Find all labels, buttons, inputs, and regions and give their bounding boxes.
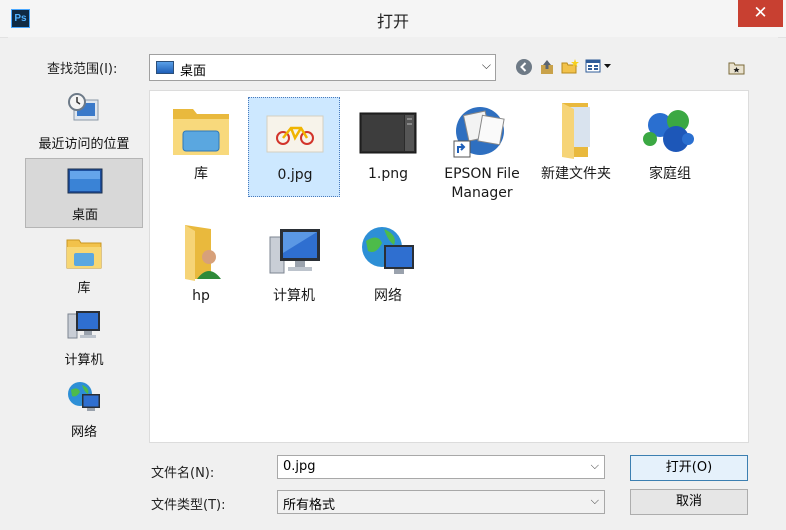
chevron-down-icon: ⌵ — [481, 58, 491, 72]
computer-icon — [269, 229, 320, 274]
filetype-value: 所有格式 — [283, 498, 336, 513]
file-list: 库 0.jpg 1.png EPSON File Manager 新建文件夹 家… — [149, 90, 749, 443]
filename-input[interactable]: 0.jpg ⌵ — [277, 455, 605, 479]
list-item[interactable]: 新建文件夹 — [530, 97, 622, 197]
folder-icon — [562, 103, 590, 159]
up-folder-icon[interactable] — [538, 58, 556, 76]
lookin-value: 桌面 — [180, 64, 207, 79]
filename-label: 文件名(N): — [151, 466, 215, 481]
window-title: 打开 — [376, 12, 409, 31]
list-item[interactable]: 库 — [155, 97, 247, 197]
epson-shortcut-icon — [453, 107, 505, 158]
list-item[interactable]: hp — [155, 219, 247, 319]
image-thumbnail-icon — [266, 115, 324, 153]
place-network[interactable]: 网络 — [25, 374, 143, 444]
homegroup-icon — [643, 110, 694, 152]
lookin-label: 查找范围(I): — [47, 62, 118, 77]
computer-icon — [67, 311, 100, 339]
filetype-select[interactable]: 所有格式 ⌵ — [277, 490, 605, 514]
place-computer[interactable]: 计算机 — [25, 302, 143, 372]
back-icon[interactable] — [515, 58, 533, 76]
file-label: 家庭组 — [649, 166, 691, 182]
place-label: 计算机 — [64, 353, 104, 368]
desktop-icon — [67, 168, 103, 194]
list-item[interactable]: 0.jpg — [248, 97, 340, 197]
list-item[interactable]: 网络 — [342, 219, 434, 319]
title-bar: Ps 打开 ✕ — [0, 0, 786, 38]
list-item[interactable]: 家庭组 — [624, 97, 716, 197]
place-label: 库 — [77, 281, 91, 296]
list-item[interactable]: EPSON File Manager — [436, 97, 528, 201]
chevron-down-icon: ⌵ — [590, 494, 599, 507]
list-item[interactable]: 计算机 — [248, 219, 340, 319]
file-label: 网络 — [374, 288, 402, 304]
places-sidebar: 最近访问的位置 桌面 库 计算机 网络 — [25, 86, 143, 443]
filetype-label: 文件类型(T): — [151, 498, 226, 513]
cancel-button[interactable]: 取消 — [630, 489, 748, 515]
desktop-small-icon — [156, 61, 174, 74]
chevron-down-icon[interactable]: ⌵ — [591, 459, 599, 473]
place-library[interactable]: 库 — [25, 230, 143, 300]
recent-places-icon — [68, 93, 99, 121]
new-folder-icon[interactable] — [561, 58, 579, 76]
filename-value: 0.jpg — [283, 459, 316, 474]
place-label: 桌面 — [71, 208, 98, 223]
library-icon — [66, 239, 102, 269]
list-item[interactable]: 1.png — [342, 97, 434, 197]
place-label: 网络 — [70, 425, 97, 440]
network-icon — [362, 227, 414, 274]
image-thumbnail-icon — [359, 112, 417, 154]
place-desktop[interactable]: 桌面 — [25, 158, 143, 228]
user-folder-icon — [185, 225, 221, 281]
lookin-combo[interactable]: 桌面 ⌵ — [149, 54, 496, 81]
open-button[interactable]: 打开(O) — [630, 455, 748, 481]
view-menu-icon[interactable] — [585, 58, 613, 76]
place-recent[interactable]: 最近访问的位置 — [25, 86, 143, 156]
folder-star-icon[interactable] — [728, 58, 746, 76]
network-icon — [68, 382, 100, 411]
place-label: 最近访问的位置 — [38, 137, 130, 152]
library-folder-icon — [173, 109, 229, 155]
close-button[interactable]: ✕ — [738, 0, 783, 27]
